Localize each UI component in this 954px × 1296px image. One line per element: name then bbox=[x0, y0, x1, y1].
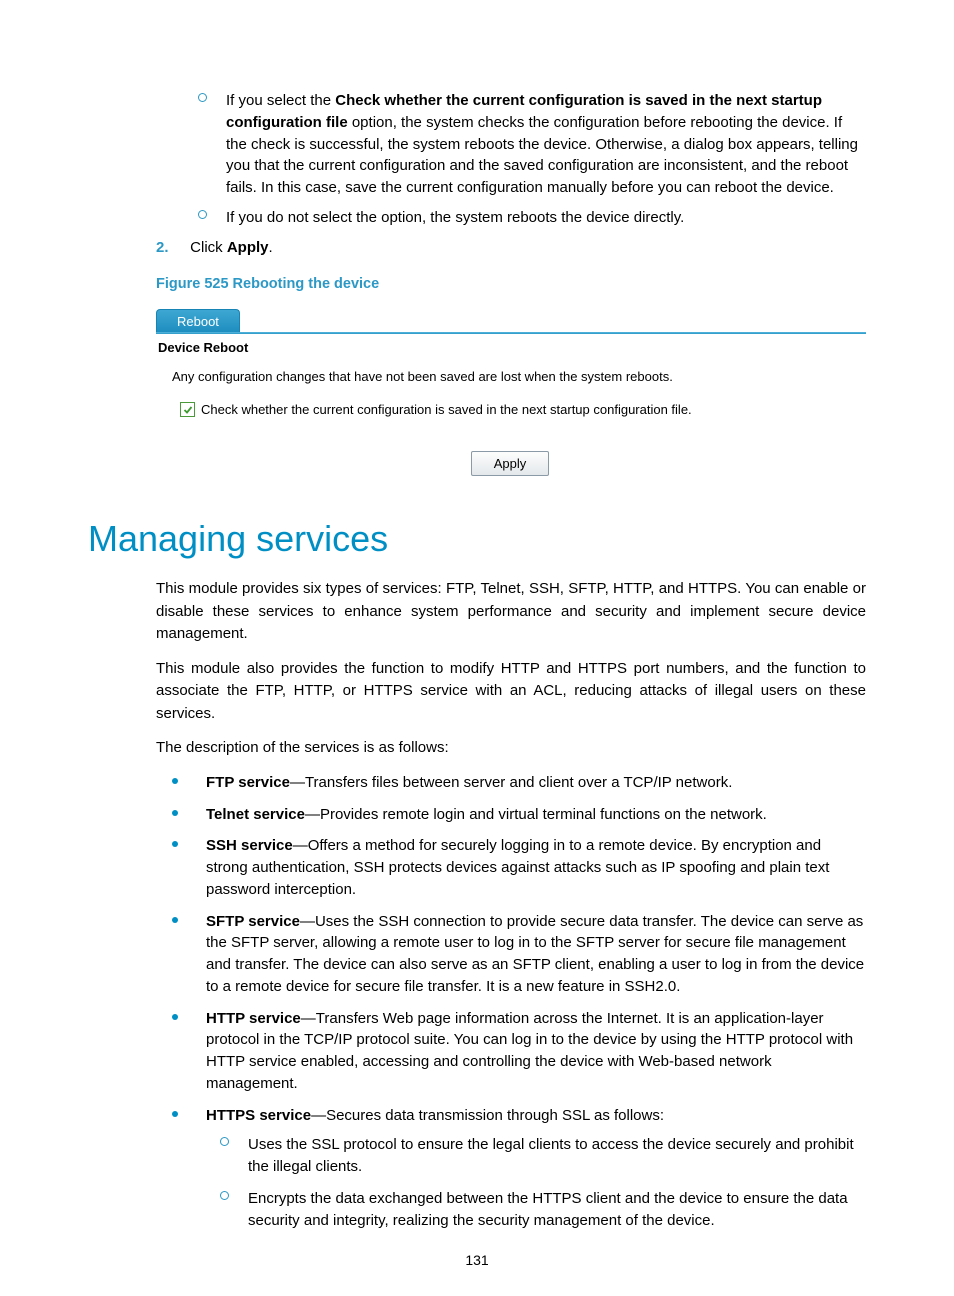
text: If you select the Check whether the curr… bbox=[226, 92, 858, 196]
figure-caption: Figure 525 Rebooting the device bbox=[156, 276, 866, 292]
sub-item: Uses the SSL protocol to ensure the lega… bbox=[220, 1134, 866, 1178]
list-item: FTP service—Transfers files between serv… bbox=[166, 772, 866, 794]
text: SFTP service—Uses the SSH connection to … bbox=[206, 913, 864, 995]
text: SSH service—Offers a method for securely… bbox=[206, 837, 829, 898]
paragraph: The description of the services is as fo… bbox=[156, 737, 866, 760]
bullet-icon bbox=[172, 1111, 178, 1117]
text: Uses the SSL protocol to ensure the lega… bbox=[248, 1136, 854, 1175]
figure-warning: Any configuration changes that have not … bbox=[172, 369, 856, 384]
circle-icon bbox=[198, 93, 207, 102]
bullet-icon bbox=[172, 810, 178, 816]
text: Encrypts the data exchanged between the … bbox=[248, 1190, 848, 1229]
page-number: 131 bbox=[0, 1252, 954, 1268]
sub-item: If you select the Check whether the curr… bbox=[198, 90, 866, 199]
bullet-icon bbox=[172, 1014, 178, 1020]
circle-icon bbox=[198, 210, 207, 219]
checkbox-label: Check whether the current configuration … bbox=[201, 402, 692, 417]
list-item: Telnet service—Provides remote login and… bbox=[166, 804, 866, 826]
text: Telnet service—Provides remote login and… bbox=[206, 806, 767, 823]
text: HTTP service—Transfers Web page informat… bbox=[206, 1010, 853, 1092]
https-sublist: Uses the SSL protocol to ensure the lega… bbox=[220, 1134, 866, 1231]
bullet-icon bbox=[172, 778, 178, 784]
list-item: HTTP service—Transfers Web page informat… bbox=[166, 1008, 866, 1095]
paragraph: This module provides six types of servic… bbox=[156, 578, 866, 646]
step-2: 2. Click Apply. bbox=[156, 237, 866, 259]
bullet-icon bbox=[172, 917, 178, 923]
checkbox-icon[interactable] bbox=[180, 402, 195, 417]
paragraph: This module also provides the function t… bbox=[156, 658, 866, 726]
sub-item: Encrypts the data exchanged between the … bbox=[220, 1188, 866, 1232]
list-item: SFTP service—Uses the SSH connection to … bbox=[166, 911, 866, 998]
text: If you do not select the option, the sys… bbox=[226, 209, 684, 226]
apply-button[interactable]: Apply bbox=[471, 451, 549, 476]
figure-525: Reboot Device Reboot Any configuration c… bbox=[156, 306, 866, 476]
tab-reboot[interactable]: Reboot bbox=[156, 309, 240, 332]
text: HTTPS service—Secures data transmission … bbox=[206, 1107, 664, 1124]
config-option-sublist: If you select the Check whether the curr… bbox=[198, 90, 866, 229]
circle-icon bbox=[220, 1137, 229, 1146]
list-item: SSH service—Offers a method for securely… bbox=[166, 835, 866, 900]
services-list: FTP service—Transfers files between serv… bbox=[166, 772, 866, 1232]
step-number: 2. bbox=[156, 237, 186, 259]
sub-item: If you do not select the option, the sys… bbox=[198, 207, 866, 229]
text: FTP service—Transfers files between serv… bbox=[206, 774, 732, 791]
step-text: Click Apply. bbox=[190, 239, 273, 256]
bullet-icon bbox=[172, 841, 178, 847]
check-config-saved[interactable]: Check whether the current configuration … bbox=[180, 402, 862, 417]
figure-title: Device Reboot bbox=[158, 340, 862, 355]
list-item: HTTPS service—Secures data transmission … bbox=[166, 1105, 866, 1232]
heading-managing-services: Managing services bbox=[88, 518, 866, 560]
circle-icon bbox=[220, 1191, 229, 1200]
